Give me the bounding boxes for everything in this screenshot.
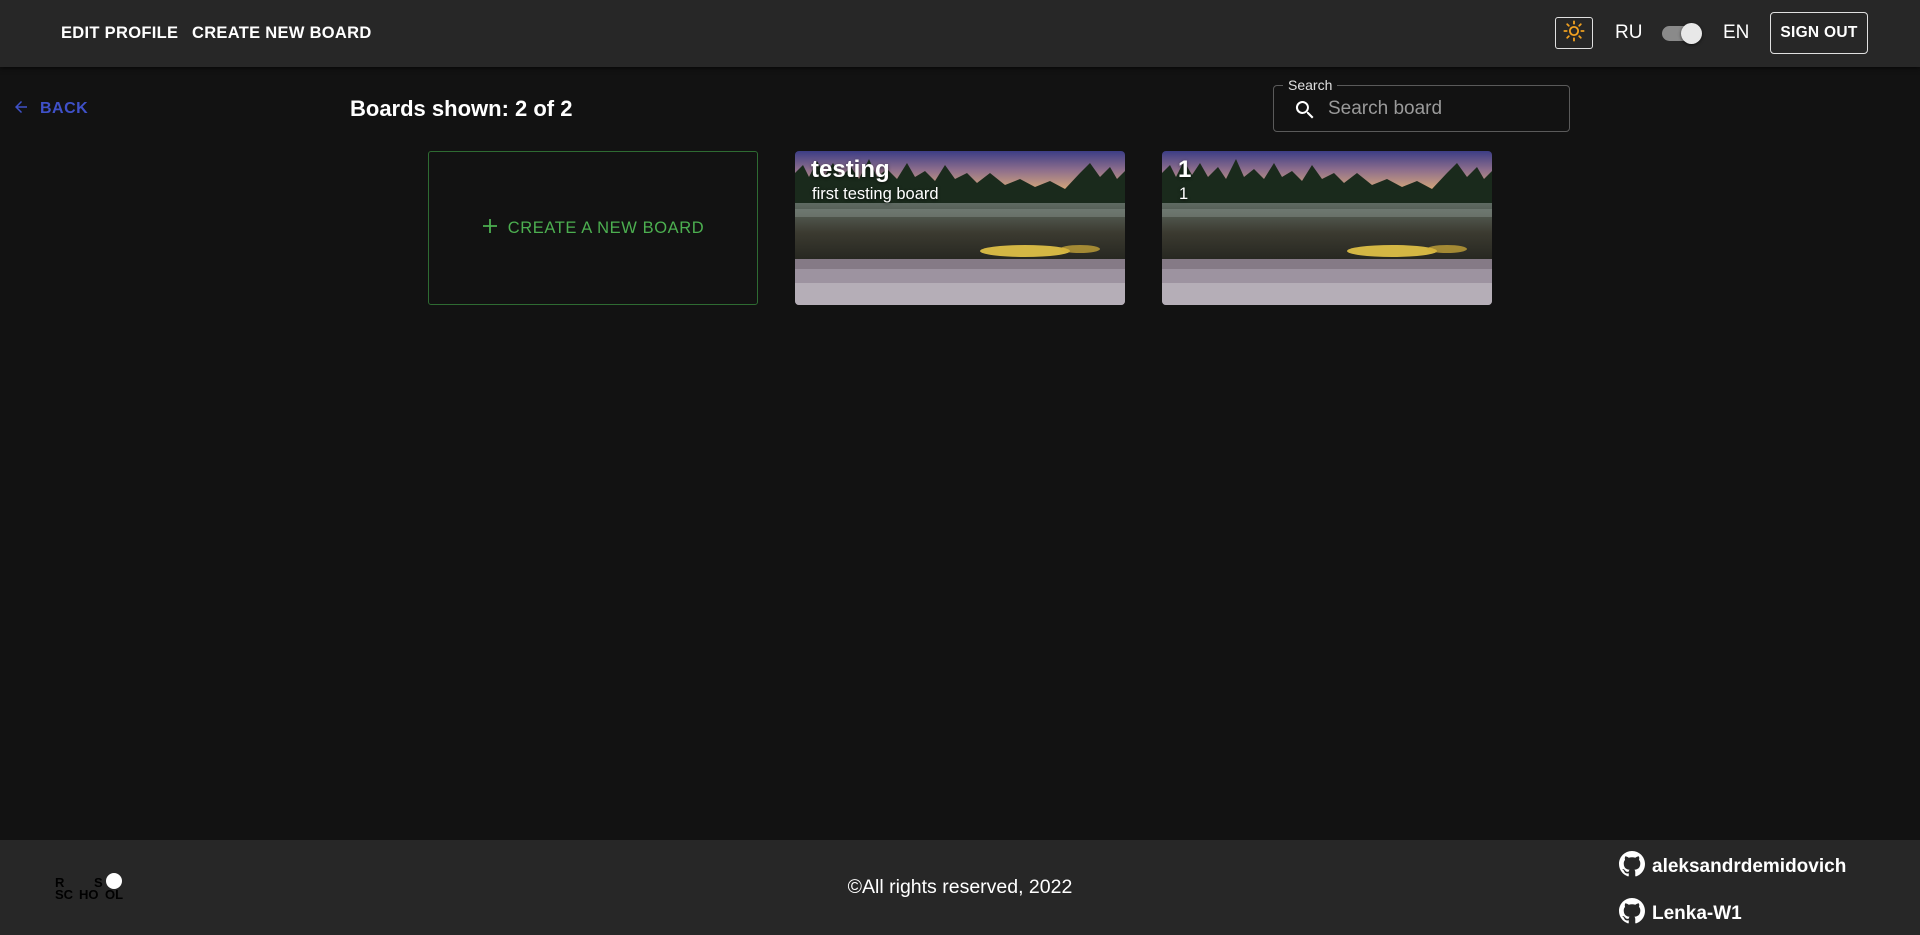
app-header: EDIT PROFILE CREATE NEW BOARD RU EN SIGN… bbox=[0, 0, 1920, 67]
author-name: aleksandrdemidovich bbox=[1652, 856, 1847, 877]
github-icon bbox=[1619, 898, 1645, 930]
language-switch-thumb[interactable] bbox=[1681, 23, 1702, 44]
arrow-left-icon bbox=[12, 98, 30, 121]
search-input[interactable] bbox=[1328, 94, 1558, 124]
board-title: 1 bbox=[1178, 156, 1192, 183]
create-board-label: CREATE A NEW BOARD bbox=[507, 218, 705, 237]
sun-icon bbox=[1563, 19, 1585, 47]
author-link[interactable]: aleksandrdemidovich bbox=[1619, 851, 1846, 883]
board-description: first testing board bbox=[812, 185, 939, 203]
theme-toggle-button[interactable] bbox=[1555, 17, 1593, 49]
back-label: BACK bbox=[40, 100, 89, 117]
github-icon bbox=[1619, 851, 1645, 883]
edit-profile-link[interactable]: EDIT PROFILE bbox=[61, 24, 178, 43]
board-image bbox=[1162, 151, 1492, 305]
board-card[interactable]: testing first testing board bbox=[795, 151, 1125, 305]
sign-out-button[interactable]: SIGN OUT bbox=[1770, 12, 1868, 54]
create-board-card[interactable]: CREATE A NEW BOARD bbox=[428, 151, 758, 305]
author-name: Lenka-W1 bbox=[1652, 903, 1742, 924]
author-link[interactable]: Lenka-W1 bbox=[1619, 898, 1742, 930]
board-title: testing bbox=[811, 156, 890, 183]
board-description: 1 bbox=[1179, 185, 1189, 203]
create-new-board-link[interactable]: CREATE NEW BOARD bbox=[192, 24, 372, 43]
back-button[interactable]: BACK bbox=[12, 97, 88, 121]
board-card[interactable]: 1 1 bbox=[1162, 151, 1492, 305]
lang-ru-label: RU bbox=[1615, 22, 1643, 43]
search-icon bbox=[1293, 98, 1317, 122]
app-footer: R S SC HO OL ©All rights reserved, 2022 … bbox=[0, 840, 1920, 935]
language-switch[interactable] bbox=[1660, 21, 1704, 45]
search-label: Search bbox=[1283, 77, 1338, 93]
plus-icon bbox=[482, 218, 498, 239]
lang-en-label: EN bbox=[1723, 22, 1750, 43]
boards-count-heading: Boards shown: 2 of 2 bbox=[350, 96, 573, 121]
